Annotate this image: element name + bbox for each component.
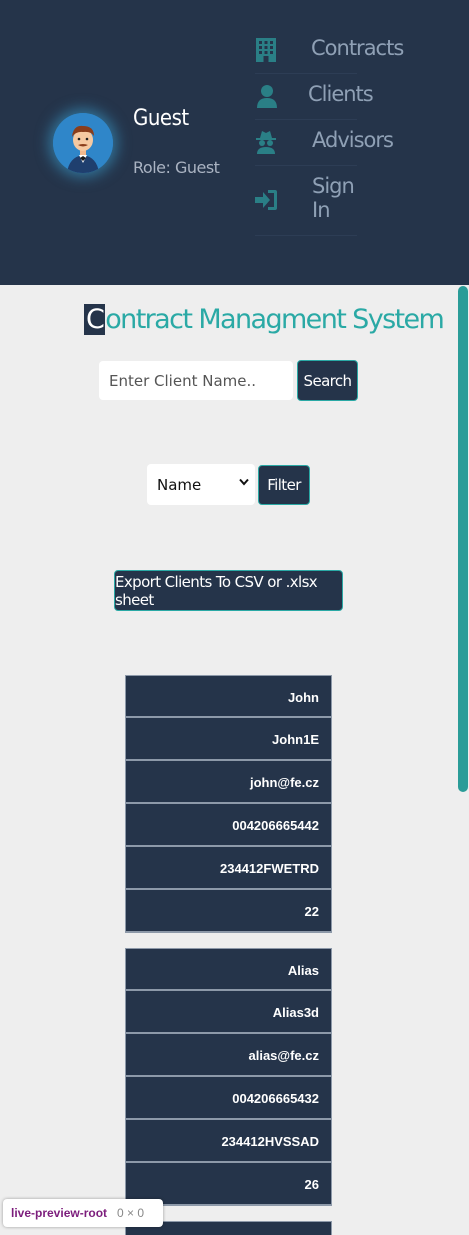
user-avatar-icon (53, 113, 113, 173)
scrollbar-thumb[interactable] (458, 286, 468, 792)
client-username: John1E (125, 718, 332, 761)
client-age: 22 (125, 890, 332, 933)
client-card: John John1E john@fe.cz 004206665442 2344… (125, 675, 332, 933)
spy-icon (256, 131, 276, 154)
export-clients-button[interactable]: Export Clients To CSV or .xlsx sheet (114, 570, 343, 611)
nav-label-advisors: Advisors (312, 128, 394, 152)
user-name: Guest (133, 106, 189, 131)
title-first-letter: C (84, 304, 106, 335)
client-name: John (125, 675, 332, 718)
client-id-number: 234412HVSSAD (125, 1120, 332, 1163)
avatar (53, 113, 113, 173)
main-nav: Contracts Clients Advisors Sign In (255, 28, 404, 236)
client-name: Alias (125, 948, 332, 991)
chevron-down-icon (239, 478, 249, 486)
top-header: Guest Role: Guest Contracts Clients Advi… (0, 0, 469, 285)
nav-label-contracts: Contracts (311, 36, 404, 60)
title-rest: ontract Managment System (105, 304, 445, 335)
badge-size: 0 × 0 (117, 1206, 145, 1220)
live-preview-badge: live-preview-root 0 × 0 (3, 1199, 163, 1227)
client-card: Alias Alias3d alias@fe.cz 004206665432 2… (125, 948, 332, 1206)
client-search-input[interactable] (99, 361, 293, 400)
building-icon (256, 38, 276, 62)
filter-selected-value: Name (157, 475, 202, 494)
filter-select[interactable]: Name (147, 464, 255, 505)
user-icon (257, 85, 277, 108)
badge-label: live-preview-root (11, 1206, 108, 1220)
client-id-number: 234412FWETRD (125, 847, 332, 890)
nav-item-contracts[interactable]: Contracts (255, 28, 404, 74)
nav-item-clients[interactable]: Clients (255, 74, 374, 120)
user-role: Role: Guest (133, 158, 220, 177)
client-phone: 004206665442 (125, 804, 332, 847)
nav-item-sign-in[interactable]: Sign In (255, 166, 357, 236)
sign-in-icon (255, 190, 277, 210)
nav-label-sign-in: Sign In (312, 174, 355, 222)
client-email: alias@fe.cz (125, 1034, 332, 1077)
page-title: Contract Managment System (84, 304, 445, 335)
client-email: john@fe.cz (125, 761, 332, 804)
client-phone: 004206665432 (125, 1077, 332, 1120)
nav-label-clients: Clients (308, 82, 374, 106)
search-button[interactable]: Search (297, 360, 358, 401)
filter-button[interactable]: Filter (258, 465, 310, 505)
client-username: Alias3d (125, 991, 332, 1034)
nav-item-advisors[interactable]: Advisors (255, 120, 394, 166)
